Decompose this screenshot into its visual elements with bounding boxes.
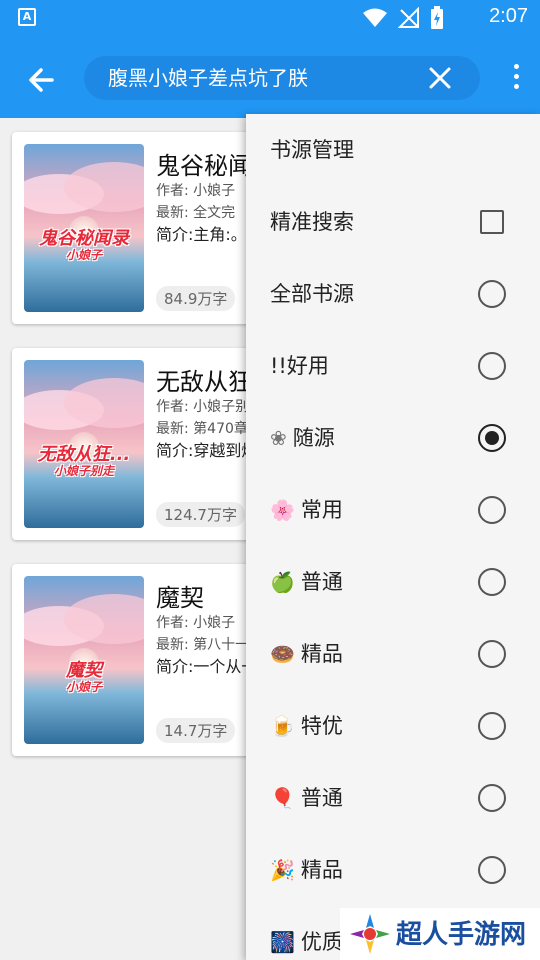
- book-latest: 最新: 全文完: [156, 205, 236, 221]
- book-cover: 无敌从狂... 小娘子别走: [24, 360, 144, 528]
- menu-item-label: 精品: [300, 858, 343, 882]
- watermark-text: 超人手游网: [396, 920, 527, 950]
- wifi-icon: [363, 8, 387, 27]
- status-bar: A 2:07: [0, 0, 540, 36]
- book-cover: 鬼谷秘闻录 小娘子: [24, 144, 144, 312]
- menu-item-source-group[interactable]: 🍺 特优: [246, 690, 540, 762]
- fireworks-icon: 🎆: [270, 930, 295, 954]
- book-author: 作者: 小娘子: [156, 615, 236, 631]
- menu-item-label: 普通: [300, 570, 343, 594]
- menu-item-label: 普通: [300, 786, 343, 810]
- book-author: 作者: 小娘子: [156, 183, 236, 199]
- source-radio[interactable]: [478, 568, 506, 596]
- cover-author: 小娘子别走: [53, 464, 114, 478]
- word-count-badge: 14.7万字: [156, 718, 236, 743]
- search-query[interactable]: 腹黑小娘子差点坑了朕: [108, 56, 308, 100]
- search-input[interactable]: 腹黑小娘子差点坑了朕: [84, 56, 480, 100]
- balloon-icon: 🎈: [270, 786, 295, 810]
- cover-author: 小娘子: [65, 248, 102, 262]
- battery-charging-icon: [431, 6, 443, 29]
- menu-item-all-sources[interactable]: 全部书源: [246, 258, 540, 330]
- menu-item-label: 全部书源: [270, 282, 354, 306]
- app-bar: 腹黑小娘子差点坑了朕: [0, 40, 540, 116]
- green-apple-icon: 🍏: [270, 570, 295, 594]
- menu-item-label: 优质: [300, 930, 343, 954]
- source-radio[interactable]: [478, 496, 506, 524]
- more-vert-icon[interactable]: [510, 62, 522, 94]
- flower-outline-icon: ❀: [270, 426, 287, 450]
- menu-header[interactable]: 书源管理: [246, 114, 540, 186]
- menu-item-source-group[interactable]: 🍩 精品: [246, 618, 540, 690]
- menu-item-label: !!好用: [270, 354, 329, 378]
- menu-item-label: 常用: [300, 498, 343, 522]
- source-menu: 书源管理 精准搜索 全部书源 !!好用 ❀ 随源 🌸 常用 🍏 普通 🍩 精品 🍺 特优 …: [246, 114, 540, 960]
- book-title: 无敌从狂: [156, 368, 252, 396]
- source-radio[interactable]: [478, 784, 506, 812]
- top-bar: A 2:07 腹黑小娘子差点坑了朕: [0, 0, 540, 118]
- watermark: 超人手游网: [340, 908, 540, 960]
- book-author: 作者: 小娘子别: [156, 399, 250, 415]
- source-radio[interactable]: [478, 712, 506, 740]
- word-count-badge: 84.9万字: [156, 286, 236, 311]
- menu-item-source-group[interactable]: !!好用: [246, 330, 540, 402]
- menu-item-source-group[interactable]: ❀ 随源: [246, 402, 540, 474]
- source-radio[interactable]: [478, 640, 506, 668]
- book-cover: 魔契 小娘子: [24, 576, 144, 744]
- menu-item-label: 精准搜索: [270, 210, 354, 234]
- menu-item-source-group[interactable]: 🌸 常用: [246, 474, 540, 546]
- cherry-blossom-icon: 🌸: [270, 498, 295, 522]
- beer-mug-icon: 🍺: [270, 714, 295, 738]
- party-popper-icon: 🎉: [270, 858, 295, 882]
- source-radio[interactable]: [478, 280, 506, 308]
- status-icons: [362, 6, 444, 30]
- menu-header-label: 书源管理: [270, 138, 354, 162]
- arrow-left-icon[interactable]: [22, 60, 62, 100]
- cover-author: 小娘子: [65, 680, 102, 694]
- no-signal-icon: [398, 7, 419, 28]
- doughnut-icon: 🍩: [270, 642, 295, 666]
- book-latest: 最新: 第470章: [156, 421, 248, 437]
- close-icon[interactable]: [428, 66, 452, 90]
- exact-search-checkbox[interactable]: [480, 210, 504, 234]
- book-latest: 最新: 第八十一: [156, 637, 250, 653]
- menu-item-exact-search[interactable]: 精准搜索: [246, 186, 540, 258]
- book-title: 魔契: [156, 584, 204, 612]
- menu-item-label: 特优: [300, 714, 343, 738]
- source-radio[interactable]: [478, 856, 506, 884]
- menu-item-source-group[interactable]: 🎈 普通: [246, 762, 540, 834]
- source-radio-selected[interactable]: [478, 424, 506, 452]
- menu-item-label: 精品: [300, 642, 343, 666]
- menu-item-label: 随源: [292, 426, 335, 450]
- word-count-badge: 124.7万字: [156, 502, 245, 527]
- a-badge-icon: A: [18, 8, 36, 26]
- menu-item-source-group[interactable]: 🎉 精品: [246, 834, 540, 906]
- menu-item-source-group[interactable]: 🍏 普通: [246, 546, 540, 618]
- watermark-logo-icon: [350, 914, 390, 954]
- status-time: 2:07: [489, 5, 528, 27]
- source-radio[interactable]: [478, 352, 506, 380]
- book-title: 鬼谷秘闻: [156, 152, 252, 180]
